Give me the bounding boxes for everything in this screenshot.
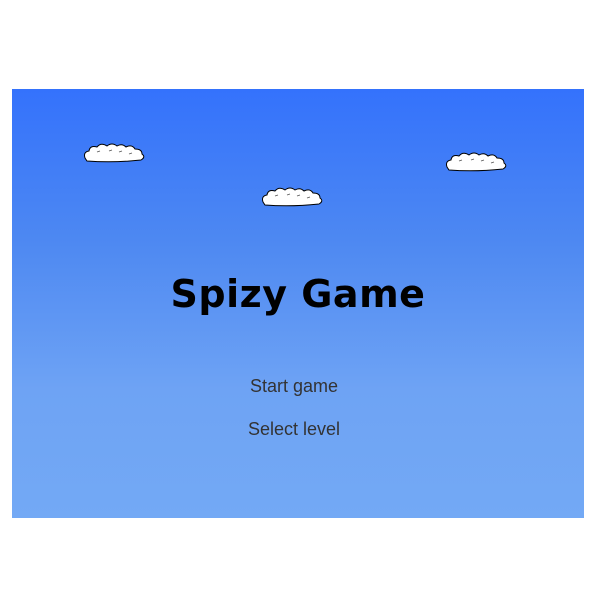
cloud-icon: [446, 152, 507, 172]
start-game-button[interactable]: Start game: [12, 376, 576, 397]
select-level-button[interactable]: Select level: [12, 419, 576, 440]
game-screen: Spizy Game Start game Select level: [12, 89, 584, 518]
game-title: Spizy Game: [170, 272, 426, 316]
cloud-icon: [262, 187, 323, 207]
cloud-icon: [84, 143, 145, 163]
